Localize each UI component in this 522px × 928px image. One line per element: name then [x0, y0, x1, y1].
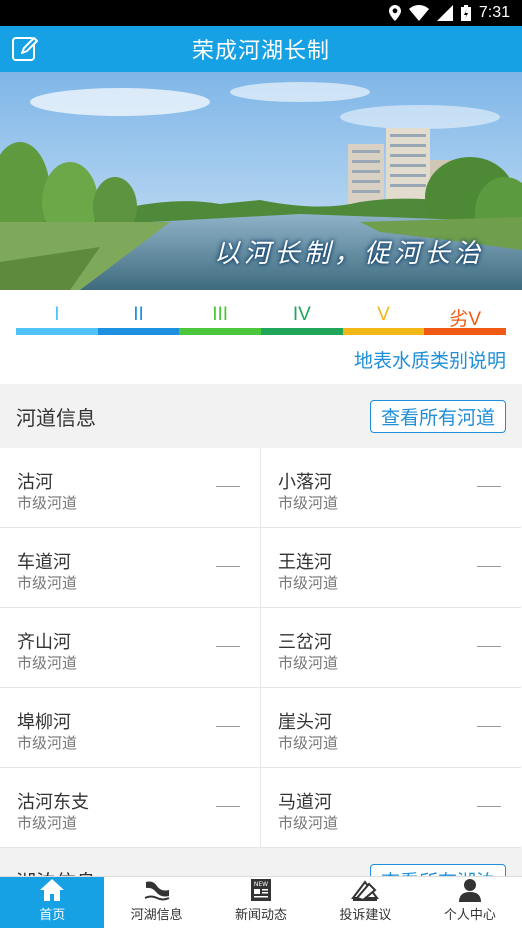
edit-icon[interactable] [10, 34, 40, 64]
river-name: 马道河 [278, 792, 332, 813]
river-quality-placeholder [216, 646, 240, 647]
river-name: 埠柳河 [17, 712, 71, 733]
river-quality-placeholder [216, 726, 240, 727]
app-header: 荣成河湖长制 [0, 26, 522, 72]
river-quality-placeholder [477, 646, 501, 647]
river-name: 三岔河 [278, 632, 332, 653]
river-level: 市级河道 [17, 494, 78, 512]
tab-news[interactable]: NEW 新闻动态 [209, 877, 313, 928]
river-name: 王连河 [278, 552, 332, 573]
river-quality-placeholder [477, 566, 501, 567]
grade-label: III [212, 304, 229, 325]
tab-label: 个人中心 [443, 908, 496, 923]
rivers-section-header: 河道信息 查看所有河道 [0, 384, 522, 448]
rivers-section-title: 河道信息 [16, 405, 96, 430]
river-level: 市级河道 [17, 574, 78, 592]
river-level: 市级河道 [278, 654, 339, 672]
river-quality-placeholder [477, 486, 501, 487]
river-list: 沽河 市级河道 小落河 市级河道 车道河 市级河道 王连河 市级河道 齐山河 市级河道 三岔河 市级河… [0, 448, 522, 848]
tab-complaints[interactable]: 投诉建议 [313, 877, 417, 928]
river-level: 市级河道 [278, 734, 339, 752]
river-quality-placeholder [477, 726, 501, 727]
tab-label: 首页 [39, 908, 66, 923]
river-item[interactable]: 齐山河 市级河道 [0, 608, 260, 688]
grade-label: II [133, 304, 144, 325]
banner-slogan: 以河长制，促河长治 [213, 239, 484, 269]
river-quality-placeholder [216, 806, 240, 807]
river-level: 市级河道 [17, 814, 78, 832]
river-name: 沽河东支 [17, 792, 89, 813]
river-level: 市级河道 [17, 734, 78, 752]
tab-river-info[interactable]: 河湖信息 [104, 877, 208, 928]
river-icon [144, 881, 170, 901]
user-icon [458, 879, 481, 902]
river-name: 崖头河 [278, 712, 332, 733]
river-name: 齐山河 [17, 632, 71, 653]
river-item[interactable]: 马道河 市级河道 [261, 768, 521, 848]
river-item[interactable]: 车道河 市级河道 [0, 528, 260, 608]
grade-color-segment [342, 328, 425, 335]
complaint-icon [351, 880, 380, 902]
home-icon [40, 879, 65, 901]
river-item[interactable]: 沽河 市级河道 [0, 448, 260, 528]
battery-icon [460, 5, 471, 21]
wifi-icon [408, 5, 429, 21]
river-item[interactable]: 崖头河 市级河道 [261, 688, 521, 768]
river-quality-placeholder [216, 486, 240, 487]
grade-label: I [54, 304, 60, 325]
tab-label: 投诉建议 [339, 908, 392, 923]
grade-color-segment [261, 328, 343, 335]
tab-profile[interactable]: 个人中心 [418, 877, 522, 928]
grade-label: 劣V [449, 309, 482, 330]
water-quality-help-link[interactable]: 地表水质类别说明 [354, 346, 506, 373]
river-item[interactable]: 三岔河 市级河道 [261, 608, 521, 688]
signal-icon [436, 5, 453, 21]
grade-color-segment [16, 328, 98, 335]
banner-image: 以河长制，促河长治 [0, 72, 522, 290]
river-level: 市级河道 [17, 654, 78, 672]
location-icon [388, 5, 401, 21]
status-time: 7:31 [478, 4, 510, 21]
river-level: 市级河道 [278, 494, 339, 512]
river-name: 沽河 [17, 472, 53, 493]
page-title: 荣成河湖长制 [191, 39, 330, 64]
svg-text:NEW: NEW [254, 881, 268, 888]
river-quality-placeholder [477, 806, 501, 807]
news-icon: NEW [251, 879, 272, 901]
bottom-tab-bar: 首页 河湖信息 NEW 新闻动态 投诉建议 个人中心 [0, 876, 522, 928]
tab-label: 河湖信息 [130, 908, 183, 923]
grade-color-segment [97, 328, 180, 335]
grade-color-segment [424, 328, 507, 335]
grade-color-bar [16, 328, 507, 335]
river-item[interactable]: 沽河东支 市级河道 [0, 768, 260, 848]
grade-label: V [377, 304, 390, 325]
tab-home[interactable]: 首页 [0, 877, 105, 928]
view-all-rivers-button[interactable]: 查看所有河道 [369, 399, 506, 433]
tab-label: 新闻动态 [235, 908, 288, 923]
river-name: 小落河 [278, 472, 332, 493]
grade-label: IV [292, 304, 311, 325]
river-quality-placeholder [216, 566, 240, 567]
river-level: 市级河道 [278, 814, 339, 832]
river-level: 市级河道 [278, 574, 339, 592]
grade-color-segment [179, 328, 262, 335]
river-item[interactable]: 小落河 市级河道 [261, 448, 521, 528]
grade-labels: I II III IV V 劣V [16, 304, 506, 331]
status-bar: 7:31 [0, 0, 522, 26]
water-quality-legend: I II III IV V 劣V 地表水质类别说明 [0, 290, 522, 384]
river-item[interactable]: 埠柳河 市级河道 [0, 688, 260, 768]
river-name: 车道河 [17, 552, 71, 573]
river-item[interactable]: 王连河 市级河道 [261, 528, 521, 608]
